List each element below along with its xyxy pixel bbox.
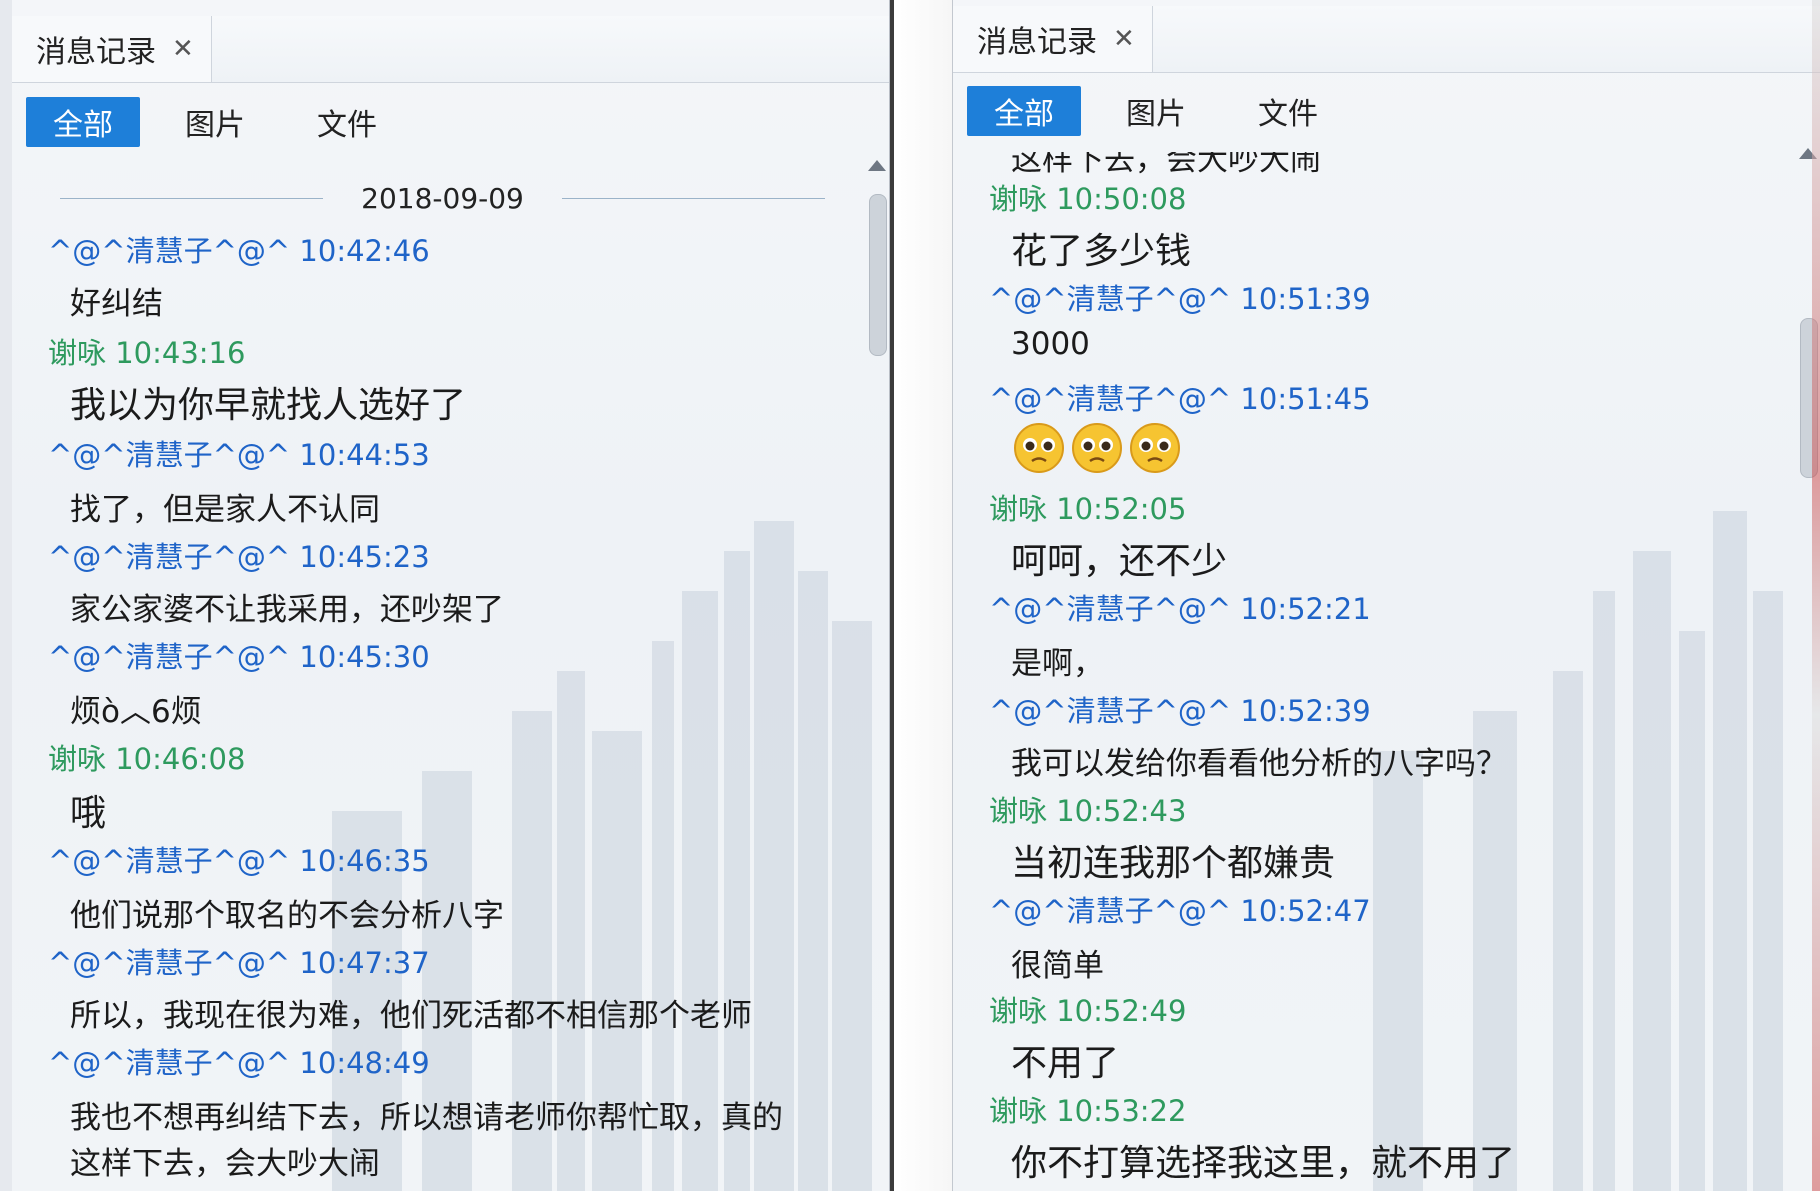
message-sender: ^@^清慧子^@^ 10:52:21	[989, 592, 1371, 626]
message-text: 我以为你早就找人选好了	[70, 385, 467, 426]
panel-gap-strip	[890, 0, 894, 1191]
message-sender: 谢咏 10:52:49	[989, 994, 1187, 1028]
window-edge-right	[1812, 0, 1820, 1191]
filter-all-button[interactable]: 全部	[967, 86, 1081, 136]
message-text: 哦	[70, 793, 107, 834]
message-sender: 谢咏 10:52:05	[989, 492, 1187, 526]
tab-label: 消息记录	[977, 25, 1097, 60]
message-text: 当初连我那个都嫌贵	[1011, 843, 1336, 884]
tab-bar: 消息记录 ✕	[12, 16, 889, 83]
message-text: 家公家婆不让我采用，还吵架了	[70, 592, 504, 628]
scrollbar-thumb[interactable]	[869, 194, 887, 356]
tab-message-history[interactable]: 消息记录 ✕	[953, 6, 1153, 72]
date-label: 2018-09-09	[361, 181, 524, 215]
message-sender: ^@^清慧子^@^ 10:52:39	[989, 694, 1371, 728]
message-sender: ^@^清慧子^@^ 10:46:35	[48, 844, 430, 878]
panel-gap	[890, 0, 952, 1191]
message-sender: ^@^清慧子^@^ 10:52:47	[989, 894, 1371, 928]
message-sender: ^@^清慧子^@^ 10:47:37	[48, 946, 430, 980]
message-sender: 谢咏 10:53:22	[989, 1094, 1187, 1128]
date-divider: 2018-09-09	[60, 178, 826, 218]
scroll-up-icon[interactable]	[868, 160, 886, 171]
pleading-face-icon	[1130, 423, 1180, 473]
tab-label: 消息记录	[36, 35, 156, 70]
message-text: 是啊，	[1011, 646, 1104, 682]
message-sender: ^@^清慧子^@^ 10:44:53	[48, 438, 430, 472]
emoji-row	[1013, 422, 1181, 474]
message-text: 我可以发给你看看他分析的八字吗？	[1011, 746, 1507, 782]
message-sender: 谢咏 10:46:08	[48, 742, 246, 776]
message-text: 你不打算选择我这里，就不用了	[1011, 1143, 1516, 1184]
message-text: 不用了	[1011, 1043, 1120, 1084]
message-sender: ^@^清慧子^@^ 10:42:46	[48, 234, 430, 268]
filter-all-button[interactable]: 全部	[26, 97, 140, 147]
close-icon[interactable]: ✕	[172, 34, 194, 64]
message-sender: ^@^清慧子^@^ 10:45:30	[48, 640, 430, 674]
filter-images-button[interactable]: 图片	[1099, 86, 1213, 136]
divider-line	[561, 197, 826, 199]
message-text: 花了多少钱	[1011, 231, 1192, 272]
message-text: 所以，我现在很为难，他们死活都不相信那个老师	[70, 998, 752, 1034]
divider-line	[60, 197, 324, 199]
message-sender: 谢咏 10:52:43	[989, 794, 1187, 828]
filter-images-button[interactable]: 图片	[158, 97, 272, 147]
message-sender: ^@^清慧子^@^ 10:45:23	[48, 540, 430, 574]
message-text: 他们说那个取名的不会分析八字	[70, 898, 504, 934]
message-text: 3000	[1011, 326, 1090, 362]
chat-history-panel-left: 消息记录 ✕ 全部 图片 文件 2018-09-09 ^@^清慧子^@^ 10:…	[12, 0, 890, 1191]
close-icon[interactable]: ✕	[1113, 24, 1135, 54]
scrollbar[interactable]	[865, 160, 889, 1191]
chat-history-panel-right: 消息记录 ✕ 全部 图片 文件 这样下去，会大吵大闹 谢咏 10:50:08 花…	[952, 0, 1820, 1191]
message-text: 好纠结	[70, 286, 163, 322]
message-text: 我也不想再纠结下去，所以想请老师你帮忙取，真的	[70, 1100, 783, 1136]
message-sender: 谢咏 10:50:08	[989, 182, 1187, 216]
filter-files-button[interactable]: 文件	[1231, 86, 1345, 136]
pleading-face-icon	[1014, 423, 1064, 473]
filter-files-button[interactable]: 文件	[290, 97, 404, 147]
message-sender: ^@^清慧子^@^ 10:51:45	[989, 382, 1371, 416]
message-text: 这样下去，会大吵大闹	[70, 1146, 380, 1182]
message-text-partial: 这样下去，会大吵大闹	[1011, 142, 1321, 178]
message-text: 烦ò︿6烦	[70, 694, 202, 730]
tab-bar: 消息记录 ✕	[953, 6, 1820, 73]
tab-message-history[interactable]: 消息记录 ✕	[12, 16, 212, 82]
message-text: 找了，但是家人不认同	[70, 492, 380, 528]
message-sender: 谢咏 10:43:16	[48, 336, 246, 370]
message-sender: ^@^清慧子^@^ 10:51:39	[989, 282, 1371, 316]
pleading-face-icon	[1072, 423, 1122, 473]
message-sender: ^@^清慧子^@^ 10:48:49	[48, 1046, 430, 1080]
message-text: 呵呵，还不少	[1011, 541, 1228, 582]
message-text: 很简单	[1011, 948, 1104, 984]
